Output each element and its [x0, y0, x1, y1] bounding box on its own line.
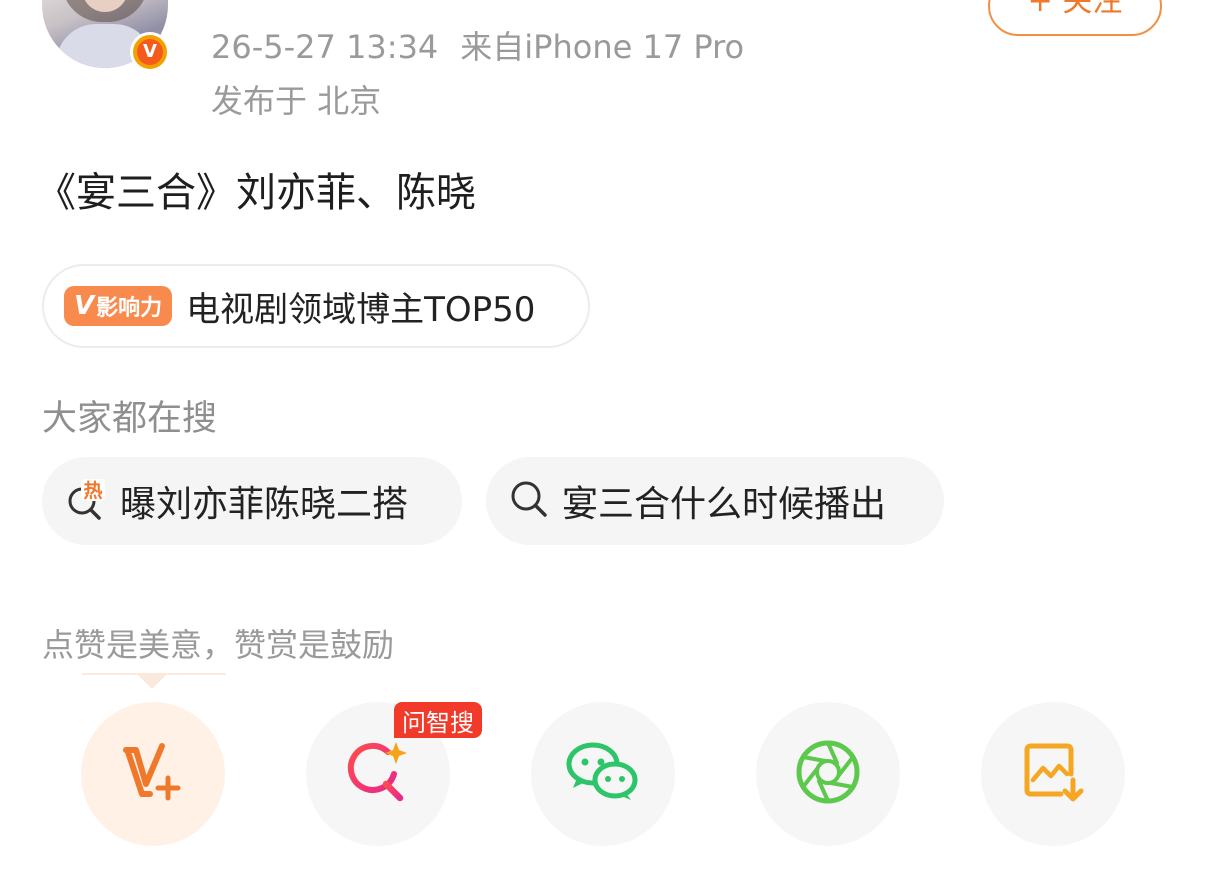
- v-plus-icon: [118, 740, 188, 808]
- v-plus-button[interactable]: [81, 702, 225, 846]
- influence-v-icon: V: [74, 291, 95, 321]
- post-timestamp: 26-5-27 13:34: [211, 28, 439, 66]
- influence-tag-label: 影响力: [96, 296, 163, 321]
- hot-search-icon: 热: [64, 477, 108, 525]
- moments-share-button[interactable]: [756, 702, 900, 846]
- trending-search-chip[interactable]: 宴三合什么时候播出: [486, 457, 944, 545]
- wechat-share-button[interactable]: [531, 702, 675, 846]
- influence-badge[interactable]: V 影响力 电视剧领域博主TOP50: [42, 264, 590, 348]
- trending-search-chip[interactable]: 热 曝刘亦菲陈晓二搭: [42, 457, 462, 545]
- save-image-button[interactable]: [981, 702, 1125, 846]
- search-icon: [508, 478, 550, 524]
- save-image-icon: [1021, 740, 1085, 808]
- influence-text: 电视剧领域博主TOP50: [186, 289, 536, 330]
- post-text: 《宴三合》刘亦菲、陈晓: [36, 170, 476, 216]
- influence-tag: V 影响力: [64, 286, 173, 326]
- praise-text: 点赞是美意，赞赏是鼓励: [42, 626, 395, 664]
- trending-search-label: 曝刘亦菲陈晓二搭: [120, 484, 409, 525]
- trending-search-label: 宴三合什么时候播出: [562, 484, 887, 525]
- wechat-icon: [565, 740, 641, 808]
- trending-search-title: 大家都在搜: [42, 399, 218, 439]
- tooltip-pointer: [138, 675, 166, 689]
- ai-search-badge: 问智搜: [394, 702, 482, 738]
- hot-label: 热: [83, 479, 102, 502]
- post-location: 发布于 北京: [211, 82, 382, 120]
- ai-search-icon: [344, 738, 412, 810]
- post-source: 来自iPhone 17 Pro: [460, 28, 745, 66]
- post-meta: 26-5-27 13:34 来自iPhone 17 Pro: [211, 22, 744, 68]
- moments-icon: [793, 737, 863, 811]
- follow-button[interactable]: + 关注: [988, 0, 1162, 36]
- verified-badge-icon: V: [130, 32, 170, 72]
